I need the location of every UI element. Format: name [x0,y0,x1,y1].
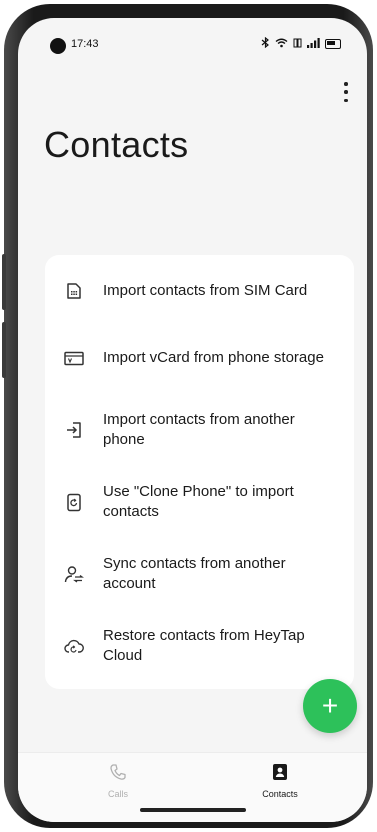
tab-contacts[interactable]: Contacts [240,763,320,799]
phone-icon [109,764,127,785]
signal-icon [307,37,320,51]
status-bar: 17:43 [18,18,367,58]
volume-up-button [2,254,6,310]
import-option-sim[interactable]: Import contacts from SIM Card [45,275,354,307]
import-option-label: Import contacts from SIM Card [103,282,308,299]
screen: 17:43 Contacts Import contacts from SIM … [18,18,367,822]
clone-phone-icon [63,491,85,513]
sync-account-icon [63,563,85,585]
import-option-vcard[interactable]: Import vCard from phone storage [45,337,354,379]
front-camera [50,38,66,54]
import-option-sync-account[interactable]: Sync contacts from another account [45,553,354,595]
wifi-icon [275,38,288,51]
import-option-label: Restore contacts from HeyTap Cloud [103,627,305,664]
tab-contacts-label: Contacts [262,789,298,799]
import-option-another-phone[interactable]: Import contacts from another phone [45,409,354,451]
volume-down-button [2,322,6,378]
network-icon [293,38,302,51]
import-option-label: Import contacts from another phone [103,411,295,448]
page-title: Contacts [44,124,189,165]
home-indicator [140,808,246,812]
tab-calls-label: Calls [107,789,128,799]
contacts-icon [272,764,288,785]
import-icon [63,419,85,441]
sim-card-icon [63,280,85,302]
status-time: 17:43 [71,38,99,50]
more-vert-icon[interactable] [341,82,351,102]
tab-calls[interactable]: Calls [78,763,158,799]
battery-icon [325,39,341,49]
import-options-card: Import contacts from SIM Card Import vCa… [45,255,354,689]
phone-frame: 17:43 Contacts Import contacts from SIM … [2,4,373,828]
import-option-heytap-cloud[interactable]: Restore contacts from HeyTap Cloud [45,625,354,667]
bluetooth-icon [261,36,270,51]
status-icons [261,36,341,51]
cloud-restore-icon [63,635,85,657]
vcard-icon [63,347,85,369]
import-option-label: Import vCard from phone storage [103,349,324,366]
import-option-clone-phone[interactable]: Use "Clone Phone" to import contacts [45,481,354,523]
import-option-label: Sync contacts from another account [103,555,286,592]
add-contact-button[interactable]: + [303,679,357,733]
import-option-label: Use "Clone Phone" to import contacts [103,483,294,520]
